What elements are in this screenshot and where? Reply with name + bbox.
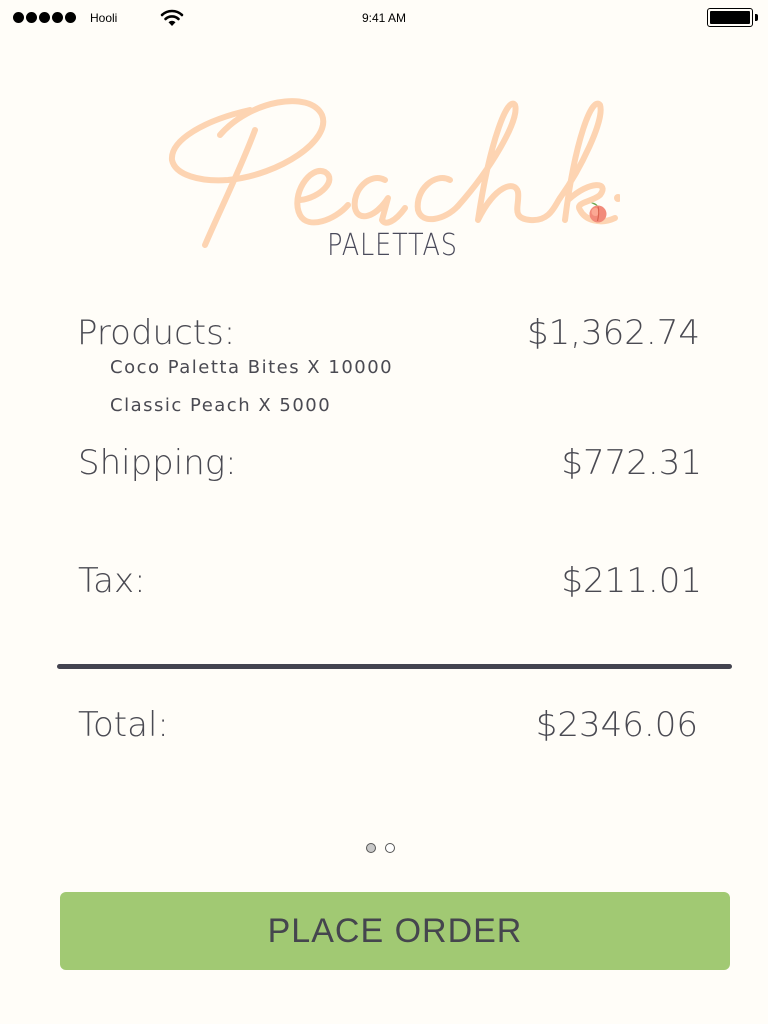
page-indicator[interactable] [366,843,395,853]
peach-icon [586,200,610,224]
brand-logo: PALETTAS [160,80,620,280]
page-dot-1[interactable] [366,843,376,853]
logo-subtitle: PALETTAS [327,228,458,263]
battery-icon [707,8,753,27]
tax-value: $211.01 [561,561,702,601]
product-line-item: Classic Peach X 5000 [110,395,332,416]
peach-script-logo [169,98,620,248]
battery-tip [755,14,758,21]
total-divider [57,664,732,669]
status-bar: Hooli 9:41 AM [0,0,768,38]
products-label: Products: [77,313,236,353]
products-total: $1,362.74 [526,313,700,353]
shipping-value: $772.31 [561,443,702,483]
shipping-label: Shipping: [78,443,237,483]
tax-label: Tax: [78,561,146,601]
status-time: 9:41 AM [361,11,407,25]
total-value: $2346.06 [535,705,698,745]
product-line-item: Coco Paletta Bites X 10000 [110,357,394,378]
total-label: Total: [78,705,169,745]
page-dot-2[interactable] [385,843,395,853]
place-order-button[interactable]: PLACE ORDER [60,892,730,970]
